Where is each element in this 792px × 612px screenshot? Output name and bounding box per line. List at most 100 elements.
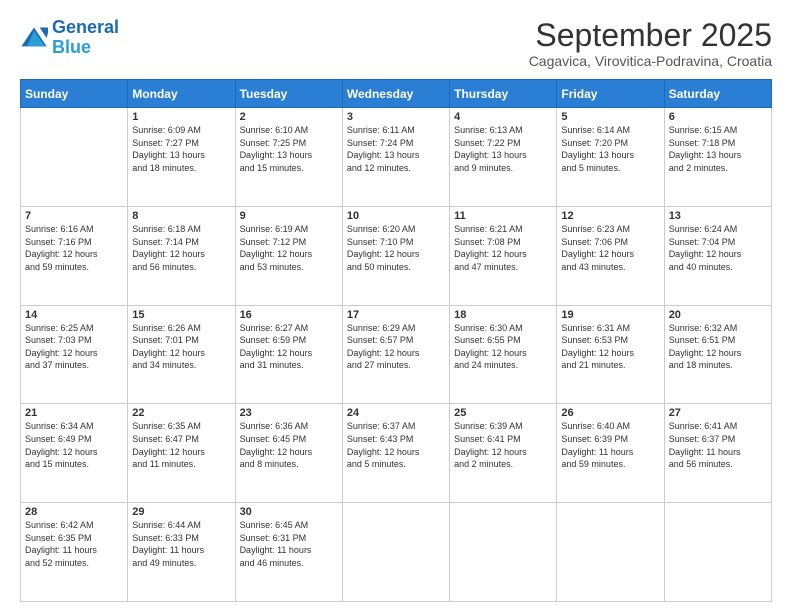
- day-number: 26: [561, 407, 659, 419]
- month-title: September 2025: [529, 18, 772, 53]
- day-info: Sunrise: 6:13 AMSunset: 7:22 PMDaylight:…: [454, 124, 552, 174]
- table-row: 9Sunrise: 6:19 AMSunset: 7:12 PMDaylight…: [235, 206, 342, 305]
- page: General Blue September 2025 Cagavica, Vi…: [0, 0, 792, 612]
- day-number: 22: [132, 407, 230, 419]
- table-row: 29Sunrise: 6:44 AMSunset: 6:33 PMDayligh…: [128, 503, 235, 602]
- table-row: 23Sunrise: 6:36 AMSunset: 6:45 PMDayligh…: [235, 404, 342, 503]
- day-number: 24: [347, 407, 445, 419]
- calendar-week-row: 14Sunrise: 6:25 AMSunset: 7:03 PMDayligh…: [21, 305, 772, 404]
- table-row: 25Sunrise: 6:39 AMSunset: 6:41 PMDayligh…: [450, 404, 557, 503]
- calendar-week-row: 7Sunrise: 6:16 AMSunset: 7:16 PMDaylight…: [21, 206, 772, 305]
- table-row: 11Sunrise: 6:21 AMSunset: 7:08 PMDayligh…: [450, 206, 557, 305]
- day-number: 27: [669, 407, 767, 419]
- day-info: Sunrise: 6:41 AMSunset: 6:37 PMDaylight:…: [669, 420, 767, 470]
- table-row: 13Sunrise: 6:24 AMSunset: 7:04 PMDayligh…: [664, 206, 771, 305]
- day-info: Sunrise: 6:09 AMSunset: 7:27 PMDaylight:…: [132, 124, 230, 174]
- day-info: Sunrise: 6:32 AMSunset: 6:51 PMDaylight:…: [669, 322, 767, 372]
- calendar-header-row: Sunday Monday Tuesday Wednesday Thursday…: [21, 80, 772, 108]
- table-row: 10Sunrise: 6:20 AMSunset: 7:10 PMDayligh…: [342, 206, 449, 305]
- col-thursday: Thursday: [450, 80, 557, 108]
- day-info: Sunrise: 6:23 AMSunset: 7:06 PMDaylight:…: [561, 223, 659, 273]
- day-number: 15: [132, 309, 230, 321]
- table-row: 1Sunrise: 6:09 AMSunset: 7:27 PMDaylight…: [128, 108, 235, 207]
- table-row: 21Sunrise: 6:34 AMSunset: 6:49 PMDayligh…: [21, 404, 128, 503]
- day-number: 29: [132, 506, 230, 518]
- day-info: Sunrise: 6:27 AMSunset: 6:59 PMDaylight:…: [240, 322, 338, 372]
- table-row: 27Sunrise: 6:41 AMSunset: 6:37 PMDayligh…: [664, 404, 771, 503]
- day-number: 23: [240, 407, 338, 419]
- day-number: 25: [454, 407, 552, 419]
- day-info: Sunrise: 6:36 AMSunset: 6:45 PMDaylight:…: [240, 420, 338, 470]
- title-block: September 2025 Cagavica, Virovitica-Podr…: [529, 18, 772, 69]
- day-info: Sunrise: 6:14 AMSunset: 7:20 PMDaylight:…: [561, 124, 659, 174]
- col-tuesday: Tuesday: [235, 80, 342, 108]
- header: General Blue September 2025 Cagavica, Vi…: [20, 18, 772, 69]
- day-info: Sunrise: 6:39 AMSunset: 6:41 PMDaylight:…: [454, 420, 552, 470]
- col-wednesday: Wednesday: [342, 80, 449, 108]
- col-friday: Friday: [557, 80, 664, 108]
- day-number: 21: [25, 407, 123, 419]
- day-info: Sunrise: 6:31 AMSunset: 6:53 PMDaylight:…: [561, 322, 659, 372]
- table-row: [342, 503, 449, 602]
- day-info: Sunrise: 6:15 AMSunset: 7:18 PMDaylight:…: [669, 124, 767, 174]
- logo-blue: Blue: [52, 37, 91, 57]
- table-row: 28Sunrise: 6:42 AMSunset: 6:35 PMDayligh…: [21, 503, 128, 602]
- table-row: 2Sunrise: 6:10 AMSunset: 7:25 PMDaylight…: [235, 108, 342, 207]
- day-info: Sunrise: 6:45 AMSunset: 6:31 PMDaylight:…: [240, 519, 338, 569]
- day-number: 1: [132, 111, 230, 123]
- table-row: [450, 503, 557, 602]
- table-row: 4Sunrise: 6:13 AMSunset: 7:22 PMDaylight…: [450, 108, 557, 207]
- table-row: 19Sunrise: 6:31 AMSunset: 6:53 PMDayligh…: [557, 305, 664, 404]
- table-row: 5Sunrise: 6:14 AMSunset: 7:20 PMDaylight…: [557, 108, 664, 207]
- day-info: Sunrise: 6:18 AMSunset: 7:14 PMDaylight:…: [132, 223, 230, 273]
- table-row: 16Sunrise: 6:27 AMSunset: 6:59 PMDayligh…: [235, 305, 342, 404]
- table-row: 12Sunrise: 6:23 AMSunset: 7:06 PMDayligh…: [557, 206, 664, 305]
- day-info: Sunrise: 6:21 AMSunset: 7:08 PMDaylight:…: [454, 223, 552, 273]
- location: Cagavica, Virovitica-Podravina, Croatia: [529, 53, 772, 69]
- day-info: Sunrise: 6:24 AMSunset: 7:04 PMDaylight:…: [669, 223, 767, 273]
- day-info: Sunrise: 6:44 AMSunset: 6:33 PMDaylight:…: [132, 519, 230, 569]
- day-number: 18: [454, 309, 552, 321]
- day-number: 9: [240, 210, 338, 222]
- day-info: Sunrise: 6:25 AMSunset: 7:03 PMDaylight:…: [25, 322, 123, 372]
- calendar-week-row: 1Sunrise: 6:09 AMSunset: 7:27 PMDaylight…: [21, 108, 772, 207]
- table-row: 14Sunrise: 6:25 AMSunset: 7:03 PMDayligh…: [21, 305, 128, 404]
- day-number: 4: [454, 111, 552, 123]
- day-number: 20: [669, 309, 767, 321]
- table-row: 3Sunrise: 6:11 AMSunset: 7:24 PMDaylight…: [342, 108, 449, 207]
- col-saturday: Saturday: [664, 80, 771, 108]
- day-info: Sunrise: 6:42 AMSunset: 6:35 PMDaylight:…: [25, 519, 123, 569]
- logo-general: General: [52, 17, 119, 37]
- day-number: 30: [240, 506, 338, 518]
- day-info: Sunrise: 6:34 AMSunset: 6:49 PMDaylight:…: [25, 420, 123, 470]
- table-row: [21, 108, 128, 207]
- table-row: 22Sunrise: 6:35 AMSunset: 6:47 PMDayligh…: [128, 404, 235, 503]
- day-number: 5: [561, 111, 659, 123]
- day-info: Sunrise: 6:10 AMSunset: 7:25 PMDaylight:…: [240, 124, 338, 174]
- day-number: 28: [25, 506, 123, 518]
- day-info: Sunrise: 6:16 AMSunset: 7:16 PMDaylight:…: [25, 223, 123, 273]
- table-row: 6Sunrise: 6:15 AMSunset: 7:18 PMDaylight…: [664, 108, 771, 207]
- day-info: Sunrise: 6:20 AMSunset: 7:10 PMDaylight:…: [347, 223, 445, 273]
- day-number: 8: [132, 210, 230, 222]
- day-number: 17: [347, 309, 445, 321]
- table-row: 18Sunrise: 6:30 AMSunset: 6:55 PMDayligh…: [450, 305, 557, 404]
- table-row: 15Sunrise: 6:26 AMSunset: 7:01 PMDayligh…: [128, 305, 235, 404]
- logo: General Blue: [20, 18, 119, 58]
- table-row: 8Sunrise: 6:18 AMSunset: 7:14 PMDaylight…: [128, 206, 235, 305]
- calendar-table: Sunday Monday Tuesday Wednesday Thursday…: [20, 79, 772, 602]
- day-number: 6: [669, 111, 767, 123]
- calendar-week-row: 21Sunrise: 6:34 AMSunset: 6:49 PMDayligh…: [21, 404, 772, 503]
- logo-icon: [20, 24, 48, 52]
- day-number: 16: [240, 309, 338, 321]
- table-row: [664, 503, 771, 602]
- day-info: Sunrise: 6:11 AMSunset: 7:24 PMDaylight:…: [347, 124, 445, 174]
- logo-text: General Blue: [52, 18, 119, 58]
- table-row: 7Sunrise: 6:16 AMSunset: 7:16 PMDaylight…: [21, 206, 128, 305]
- day-number: 19: [561, 309, 659, 321]
- day-info: Sunrise: 6:19 AMSunset: 7:12 PMDaylight:…: [240, 223, 338, 273]
- day-number: 14: [25, 309, 123, 321]
- day-number: 3: [347, 111, 445, 123]
- day-number: 10: [347, 210, 445, 222]
- table-row: 24Sunrise: 6:37 AMSunset: 6:43 PMDayligh…: [342, 404, 449, 503]
